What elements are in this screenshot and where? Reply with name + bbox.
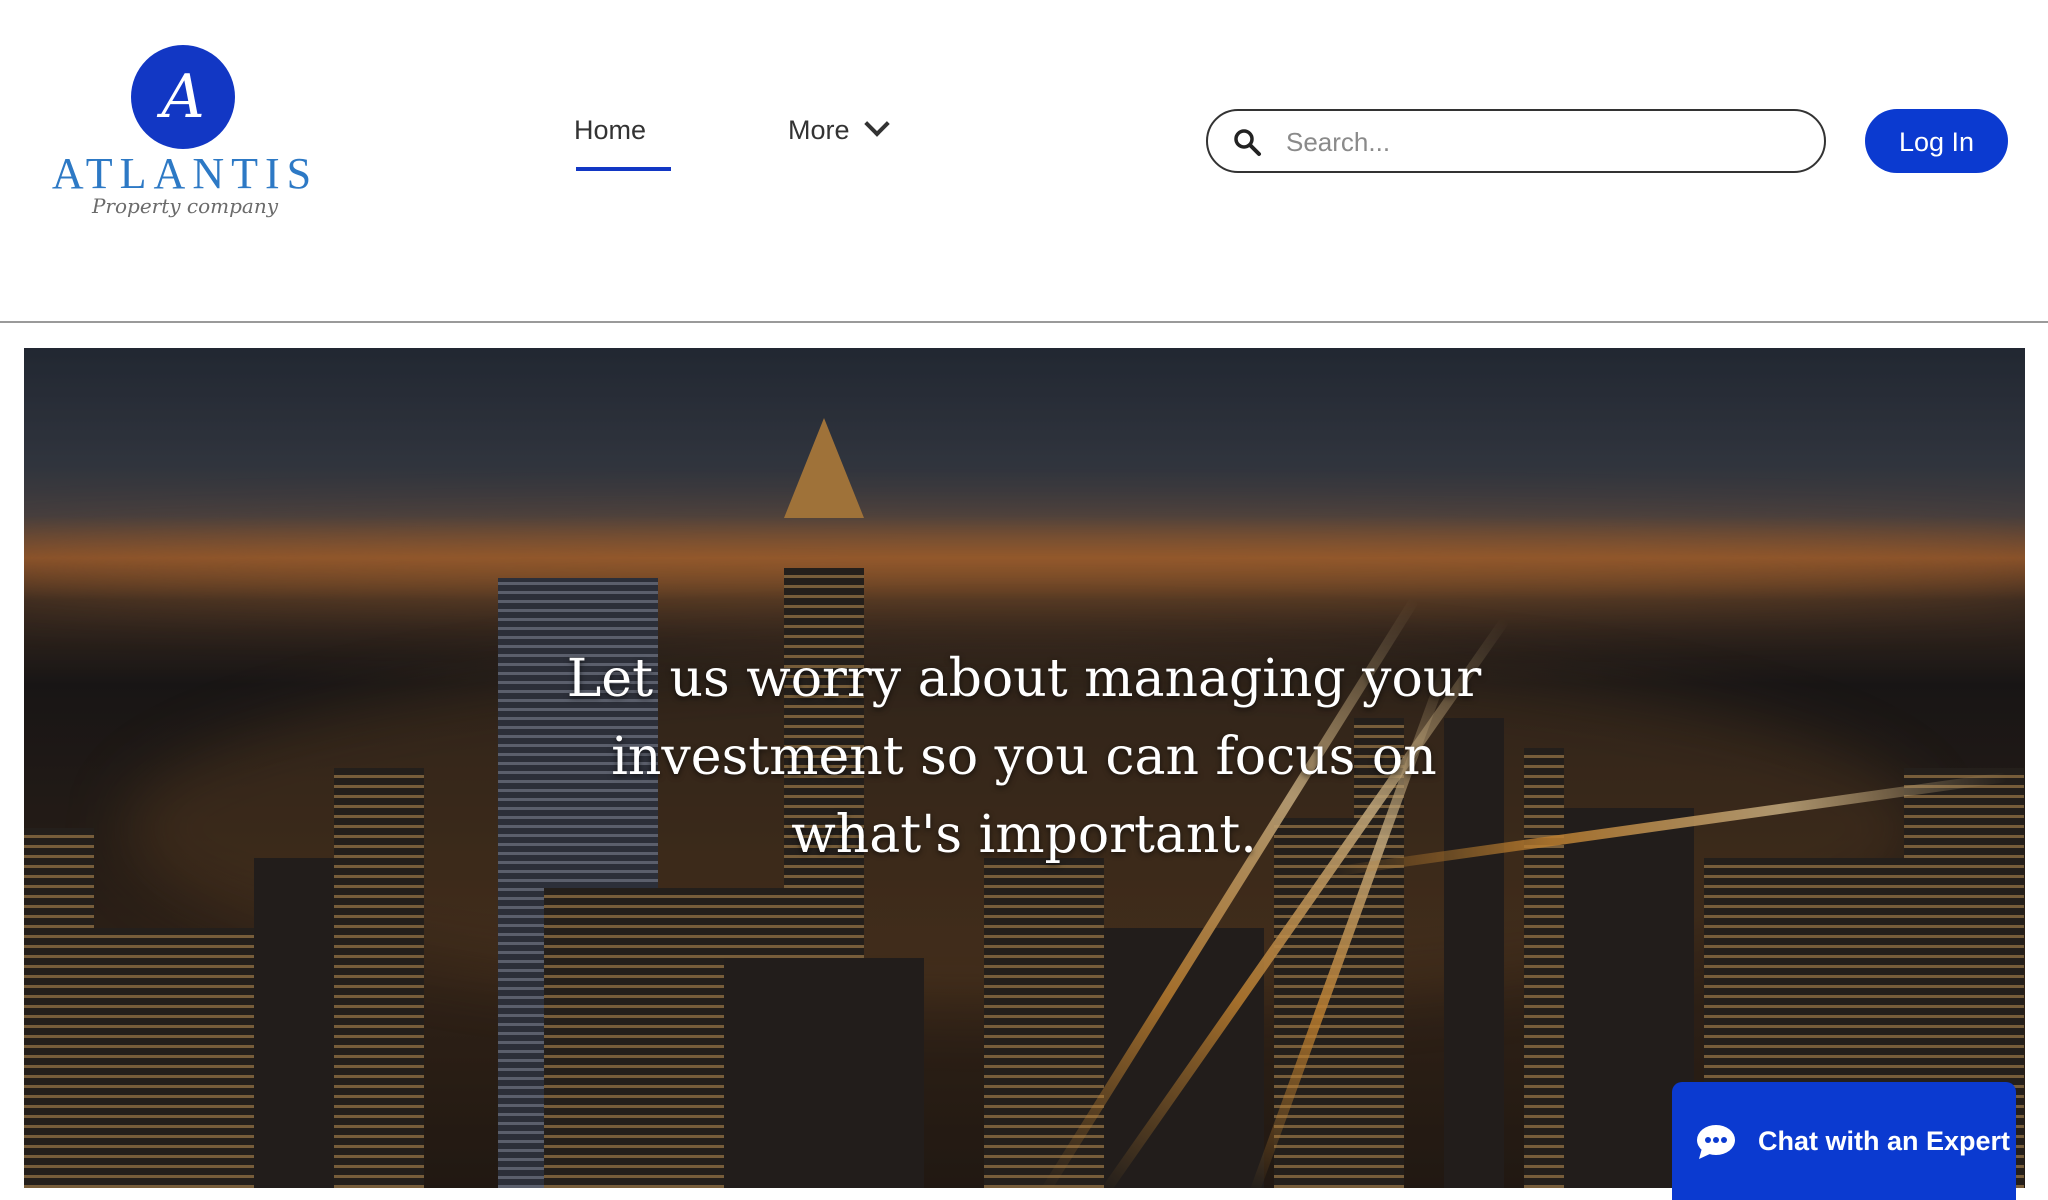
chat-bubble-icon (1697, 1125, 1735, 1159)
nav-item-home-label: Home (574, 115, 647, 145)
chat-with-expert-button[interactable]: Chat with an Expert (1672, 1082, 2016, 1200)
search-input[interactable] (1284, 119, 1808, 165)
brand-logo[interactable]: A ATLANTIS Property company (50, 42, 320, 232)
site-header: A ATLANTIS Property company Home More Lo… (0, 0, 2048, 323)
chat-widget-label: Chat with an Expert (1758, 1126, 2011, 1156)
hero-headline-line: what's important. (791, 805, 1257, 865)
chevron-down-icon (863, 111, 890, 137)
logo-name: ATLANTIS (51, 149, 319, 198)
logo-tagline: Property company (91, 194, 279, 218)
hero-banner: Let us worry about managing your investm… (24, 348, 2025, 1188)
active-tab-indicator (576, 167, 671, 171)
nav-item-home[interactable]: Home (574, 115, 671, 171)
hero-headline-line: Let us worry about managing your (566, 649, 1482, 709)
search-box (1206, 109, 1826, 173)
nav-item-more[interactable]: More (788, 111, 890, 146)
nav-item-more-label: More (788, 115, 850, 145)
hero-headline-line: investment so you can focus on (611, 727, 1437, 787)
hero-headline: Let us worry about managing your investm… (524, 640, 1524, 874)
logo-monogram: A (131, 45, 235, 149)
login-button[interactable]: Log In (1865, 109, 2008, 173)
search-icon[interactable] (1232, 127, 1262, 157)
